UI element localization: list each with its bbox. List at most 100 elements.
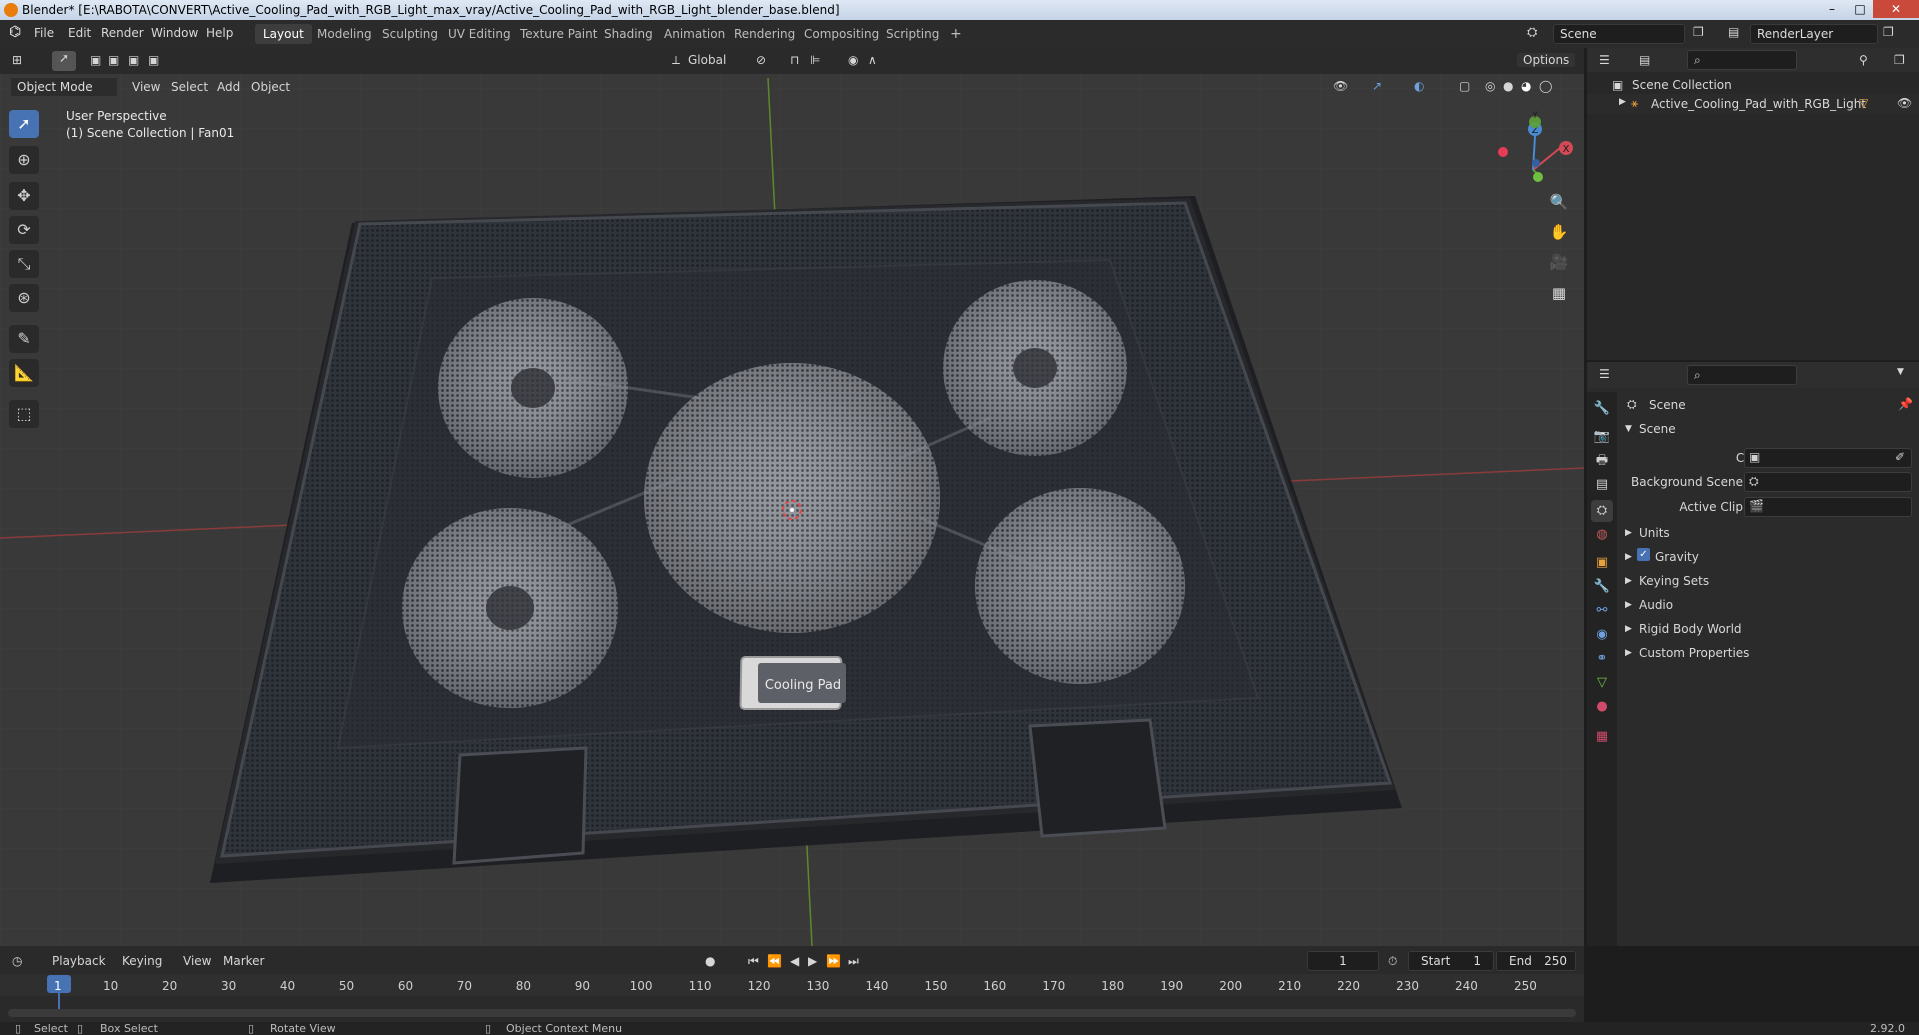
timeline-menu-marker[interactable]: Marker xyxy=(223,954,264,968)
display-mode-icon[interactable]: ▤ xyxy=(1639,53,1650,67)
current-frame-field[interactable]: 1 xyxy=(1307,951,1379,971)
gravity-checkbox[interactable]: ✓ xyxy=(1637,548,1650,561)
new-scene-icon[interactable]: ❐ xyxy=(1693,25,1704,39)
end-frame-field[interactable]: End 250 xyxy=(1496,951,1576,971)
scene-panel-title[interactable]: Scene xyxy=(1639,422,1676,436)
expand-arrow-icon[interactable]: ▼ xyxy=(1625,424,1632,434)
timeline-menu-view[interactable]: View xyxy=(183,954,211,968)
filter-icon[interactable]: ⚲ xyxy=(1859,53,1868,67)
play-icon[interactable]: ▶ xyxy=(808,954,817,968)
expand-arrow-icon[interactable]: ▶ xyxy=(1625,552,1632,562)
timeline-editor-type-icon[interactable]: ◷ xyxy=(12,954,22,968)
tab-scripting[interactable]: Scripting xyxy=(878,24,947,44)
select-mode-extend-icon[interactable]: ▣ xyxy=(108,53,119,67)
tab-shading[interactable]: Shading xyxy=(596,24,661,44)
annotate-tool[interactable]: ✎ xyxy=(9,325,39,353)
material-shading-icon[interactable]: ◕ xyxy=(1521,79,1531,93)
menu-help[interactable]: Help xyxy=(206,26,233,40)
menu-file[interactable]: File xyxy=(34,26,54,40)
scene-tab-icon[interactable]: ⛭ xyxy=(1591,500,1613,522)
new-collection-icon[interactable]: ❐ xyxy=(1894,53,1905,67)
world-tab-icon[interactable]: ◍ xyxy=(1591,524,1613,546)
eyedropper-icon[interactable]: ✐ xyxy=(1895,450,1905,464)
custom-properties-section[interactable]: Custom Properties xyxy=(1639,646,1749,660)
properties-editor-type-icon[interactable]: ☰ xyxy=(1599,367,1610,381)
viewport-menu-add[interactable]: Add xyxy=(217,80,240,94)
expand-arrow-icon[interactable]: ▶ xyxy=(1625,576,1632,586)
texture-tab-icon[interactable]: ▦ xyxy=(1591,726,1613,748)
play-reverse-icon[interactable]: ◀ xyxy=(790,954,799,968)
particles-tab-icon[interactable]: ⚯ xyxy=(1591,600,1613,622)
pivot-point-icon[interactable]: ⊘ xyxy=(756,53,766,67)
select-mode-subtract-icon[interactable]: ▣ xyxy=(128,53,139,67)
timeline-scrollbar[interactable] xyxy=(8,1009,1576,1017)
zoom-icon[interactable]: 🔍 xyxy=(1545,188,1573,216)
solid-shading-icon[interactable]: ● xyxy=(1503,79,1513,93)
cursor-tool[interactable]: ⊕ xyxy=(9,146,39,174)
start-frame-field[interactable]: Start 1 xyxy=(1408,951,1494,971)
tab-uv-editing[interactable]: UV Editing xyxy=(440,24,519,44)
tool-tab-icon[interactable]: 🔧 xyxy=(1591,398,1613,420)
close-button[interactable]: ✕ xyxy=(1873,0,1919,18)
rigid-body-world-section[interactable]: Rigid Body World xyxy=(1639,622,1742,636)
measure-tool[interactable]: 📐 xyxy=(9,359,39,387)
menu-window[interactable]: Window xyxy=(151,26,198,40)
select-box-tool[interactable]: ➚ xyxy=(9,110,39,138)
expand-arrow-icon[interactable]: ▶ xyxy=(1619,97,1626,107)
tab-layout[interactable]: Layout xyxy=(255,24,312,44)
expand-arrow-icon[interactable]: ▶ xyxy=(1625,600,1632,610)
audio-section[interactable]: Audio xyxy=(1639,598,1673,612)
snap-target-icon[interactable]: ⊫ xyxy=(810,53,820,67)
viewport-menu-select[interactable]: Select xyxy=(171,80,208,94)
keying-sets-section[interactable]: Keying Sets xyxy=(1639,574,1709,588)
mode-selector[interactable]: Object Mode xyxy=(10,77,118,97)
jump-end-icon[interactable]: ⏭ xyxy=(848,954,859,969)
3d-viewport[interactable]: Cooling Pad X Z Y ⊞ ➚ ▣ ▣ ▣ ▣ ⟂ Global ⊘… xyxy=(0,48,1584,946)
expand-arrow-icon[interactable]: ▶ xyxy=(1625,624,1632,634)
viewport-menu-object[interactable]: Object xyxy=(251,80,290,94)
visibility-eye-icon[interactable]: 👁 xyxy=(1897,96,1912,110)
jump-keyframe-back-icon[interactable]: ⏪ xyxy=(767,954,782,968)
editor-type-icon[interactable]: ⊞ xyxy=(12,53,22,67)
view-layer-tab-icon[interactable]: ▤ xyxy=(1591,474,1613,496)
outliner-scene-collection[interactable]: Scene Collection xyxy=(1632,78,1732,92)
minimize-button[interactable]: – xyxy=(1818,0,1846,18)
outliner-search-input[interactable]: ⌕ xyxy=(1687,50,1797,70)
gravity-section[interactable]: Gravity xyxy=(1655,550,1699,564)
material-tab-icon[interactable]: ● xyxy=(1591,696,1613,718)
new-view-layer-icon[interactable]: ❐ xyxy=(1883,25,1894,39)
jump-start-icon[interactable]: ⏮ xyxy=(748,954,759,969)
scale-tool[interactable]: ⤡ xyxy=(9,250,39,278)
overlays-icon[interactable]: ◐ xyxy=(1414,79,1424,93)
visibility-icon[interactable]: 👁 xyxy=(1333,79,1348,93)
add-cube-tool[interactable]: ⬚ xyxy=(9,400,39,428)
xray-icon[interactable]: ▢ xyxy=(1459,79,1470,93)
viewport-menu-view[interactable]: View xyxy=(132,80,160,94)
units-section[interactable]: Units xyxy=(1639,526,1670,540)
object-tab-icon[interactable]: ▣ xyxy=(1591,552,1613,574)
render-tab-icon[interactable]: 📷 xyxy=(1591,426,1613,448)
renderlayer-selector[interactable]: RenderLayer xyxy=(1750,24,1878,44)
perspective-toggle-icon[interactable]: ▦ xyxy=(1545,279,1573,307)
tab-texture-paint[interactable]: Texture Paint xyxy=(512,24,605,44)
scene-selector[interactable]: Scene xyxy=(1553,24,1685,44)
proportional-edit-icon[interactable]: ◉ xyxy=(848,53,858,67)
data-tab-icon[interactable]: ▽ xyxy=(1591,672,1613,694)
move-tool[interactable]: ✥ xyxy=(9,182,39,210)
properties-search-input[interactable]: ⌕ xyxy=(1687,365,1797,385)
expand-arrow-icon[interactable]: ▶ xyxy=(1625,528,1632,538)
rendered-shading-icon[interactable]: ◯ xyxy=(1539,79,1552,93)
jump-keyframe-forward-icon[interactable]: ⏩ xyxy=(826,954,841,968)
tab-sculpting[interactable]: Sculpting xyxy=(374,24,446,44)
constraints-tab-icon[interactable]: ⚭ xyxy=(1591,648,1613,670)
menu-edit[interactable]: Edit xyxy=(68,26,91,40)
background-scene-field[interactable]: ⛭ xyxy=(1744,472,1912,492)
pan-hand-icon[interactable]: ✋ xyxy=(1545,218,1573,246)
select-tool-icon[interactable]: ➚ xyxy=(52,51,76,71)
filter-object-icon[interactable]: ▽ xyxy=(1859,96,1868,110)
timeline-menu-keying[interactable]: Keying xyxy=(122,954,162,968)
transform-tool[interactable]: ⊛ xyxy=(9,284,39,312)
chevron-down-icon[interactable]: ▼ xyxy=(1897,367,1904,377)
gizmo-toggle-icon[interactable]: ↗ xyxy=(1372,79,1382,93)
select-mode-new-icon[interactable]: ▣ xyxy=(90,53,101,67)
